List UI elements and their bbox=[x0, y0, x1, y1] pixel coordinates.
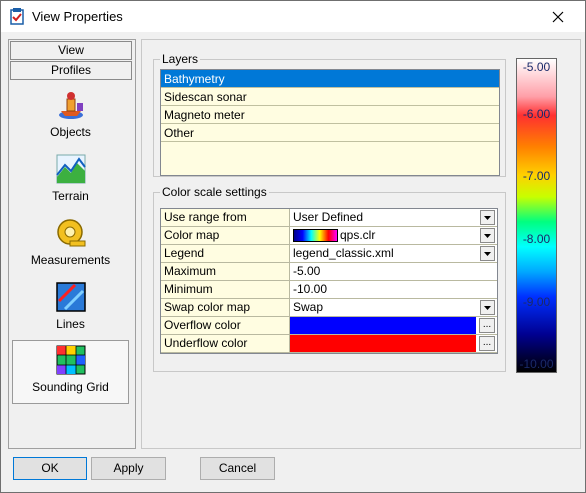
legend-tick-label: -10.00 bbox=[519, 357, 554, 371]
legend-value: legend_classic.xml bbox=[293, 246, 394, 260]
chevron-down-icon bbox=[484, 251, 491, 256]
overflow-color-field[interactable]: ... bbox=[290, 317, 497, 334]
legend-tick-label: -9.00 bbox=[522, 295, 551, 309]
chevron-down-icon bbox=[484, 215, 491, 220]
view-properties-window: View Properties View Profiles Objects Te… bbox=[0, 0, 586, 493]
table-row: Legend legend_classic.xml bbox=[161, 245, 497, 263]
maximum-field[interactable]: -5.00 bbox=[290, 263, 497, 280]
view-tab-button[interactable]: View bbox=[10, 41, 132, 60]
table-row: Maximum -5.00 bbox=[161, 263, 497, 281]
use-range-select[interactable]: User Defined bbox=[290, 209, 497, 226]
sidebar-item-label: Sounding Grid bbox=[32, 380, 109, 394]
dropdown-button[interactable] bbox=[480, 300, 495, 315]
sidebar-item-lines[interactable]: Lines bbox=[12, 278, 129, 340]
layers-group-title: Layers bbox=[160, 52, 201, 66]
underflow-color-picker-button[interactable]: ... bbox=[479, 336, 495, 351]
close-button[interactable] bbox=[531, 1, 585, 32]
app-icon bbox=[10, 8, 24, 25]
layer-item[interactable]: Sidescan sonar bbox=[161, 88, 499, 106]
layer-item[interactable]: Other bbox=[161, 124, 499, 142]
table-row: Use range from User Defined bbox=[161, 209, 497, 227]
row-label: Overflow color bbox=[161, 317, 290, 335]
ok-button[interactable]: OK bbox=[13, 457, 87, 480]
overflow-color-picker-button[interactable]: ... bbox=[479, 318, 495, 333]
table-row: Minimum -10.00 bbox=[161, 281, 497, 299]
dropdown-button[interactable] bbox=[480, 228, 495, 243]
sidebar-item-label: Measurements bbox=[30, 253, 111, 267]
sidebar-item-label: Terrain bbox=[52, 189, 89, 203]
apply-button[interactable]: Apply bbox=[91, 457, 166, 480]
close-icon bbox=[552, 11, 564, 22]
use-range-value: User Defined bbox=[293, 210, 364, 224]
chevron-down-icon bbox=[484, 305, 491, 310]
legend-select[interactable]: legend_classic.xml bbox=[290, 245, 497, 262]
color-scale-group-title: Color scale settings bbox=[160, 185, 269, 199]
lines-icon bbox=[55, 282, 86, 312]
sidebar-item-label: Lines bbox=[56, 317, 85, 331]
underflow-color-swatch[interactable] bbox=[290, 335, 476, 352]
tape-measure-icon bbox=[56, 219, 85, 247]
sidebar-item-measurements[interactable]: Measurements bbox=[12, 214, 129, 276]
profiles-tab-button[interactable]: Profiles bbox=[10, 61, 132, 80]
sounding-grid-icon bbox=[56, 345, 85, 375]
swap-color-map-select[interactable]: Swap bbox=[290, 299, 497, 316]
color-map-select[interactable]: qps.clr bbox=[290, 227, 497, 244]
sidebar-item-objects[interactable]: Objects bbox=[12, 86, 129, 148]
layer-item[interactable]: Bathymetry bbox=[161, 70, 499, 88]
legend-tick-label: -6.00 bbox=[522, 107, 551, 121]
sidebar-item-sounding-grid[interactable]: Sounding Grid bbox=[12, 340, 129, 404]
row-label: Legend bbox=[161, 245, 290, 263]
category-panel: View Profiles Objects Terrain Measuremen… bbox=[8, 39, 136, 449]
table-row: Color map qps.clr bbox=[161, 227, 497, 245]
row-label: Color map bbox=[161, 227, 290, 245]
row-label: Use range from bbox=[161, 209, 290, 227]
color-scale-legend: -5.00 -6.00 -7.00 -8.00 -9.00 -10.00 bbox=[516, 58, 557, 373]
color-scale-grid: Use range from User Defined Color map qp… bbox=[160, 208, 498, 354]
layer-item[interactable]: Magneto meter bbox=[161, 106, 499, 124]
window-title: View Properties bbox=[32, 9, 123, 24]
table-row: Overflow color ... bbox=[161, 317, 497, 335]
cancel-button[interactable]: Cancel bbox=[200, 457, 275, 480]
terrain-icon bbox=[55, 154, 86, 184]
table-row: Underflow color ... bbox=[161, 335, 497, 353]
overflow-color-swatch[interactable] bbox=[290, 317, 476, 334]
row-label: Minimum bbox=[161, 281, 290, 299]
chevron-down-icon bbox=[484, 233, 491, 238]
dropdown-button[interactable] bbox=[480, 210, 495, 225]
layers-list: Bathymetry Sidescan sonar Magneto meter … bbox=[160, 69, 500, 176]
sidebar-item-label: Objects bbox=[50, 125, 91, 139]
row-label: Maximum bbox=[161, 263, 290, 281]
swap-value: Swap bbox=[293, 300, 324, 314]
legend-tick-label: -7.00 bbox=[522, 169, 551, 183]
legend-tick-label: -8.00 bbox=[522, 232, 551, 246]
dropdown-button[interactable] bbox=[480, 246, 495, 261]
underflow-color-field[interactable]: ... bbox=[290, 335, 497, 352]
color-map-value: qps.clr bbox=[340, 228, 376, 242]
color-map-preview bbox=[293, 229, 338, 242]
table-row: Swap color map Swap bbox=[161, 299, 497, 317]
title-bar: View Properties bbox=[1, 1, 585, 32]
legend-tick-label: -5.00 bbox=[522, 60, 551, 74]
row-label: Swap color map bbox=[161, 299, 290, 317]
minimum-field[interactable]: -10.00 bbox=[290, 281, 497, 298]
sidebar-item-terrain[interactable]: Terrain bbox=[12, 150, 129, 212]
objects-icon bbox=[58, 92, 83, 119]
row-label: Underflow color bbox=[161, 335, 290, 353]
